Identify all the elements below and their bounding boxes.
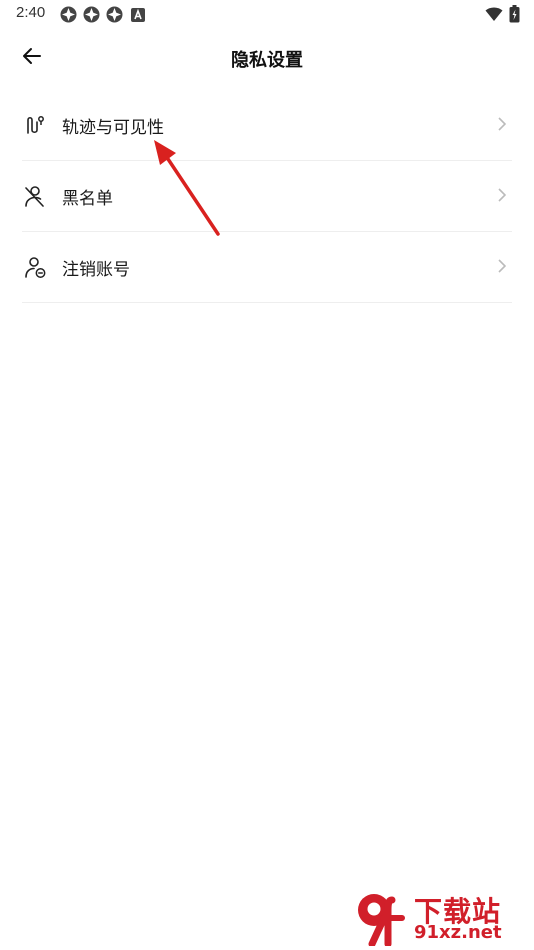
status-bar: 2:40 xyxy=(0,0,534,28)
battery-icon xyxy=(509,5,520,27)
chevron-right-icon xyxy=(496,116,508,132)
chevron-right-icon xyxy=(496,187,508,203)
app-bar: 隐私设置 xyxy=(0,36,534,82)
status-system-icons xyxy=(485,5,520,27)
menu-item-label: 黑名单 xyxy=(62,188,113,209)
menu-item-label: 注销账号 xyxy=(62,259,130,280)
settings-menu: 轨迹与可见性 黑名单 注销账号 xyxy=(22,90,512,303)
page-title: 隐私设置 xyxy=(231,50,303,71)
app-notification-icon xyxy=(83,6,100,23)
status-notifications xyxy=(60,6,146,23)
watermark-logo-icon xyxy=(354,890,412,950)
status-time: 2:40 xyxy=(16,4,46,21)
menu-item-track-visibility[interactable]: 轨迹与可见性 xyxy=(22,90,512,161)
menu-item-label: 轨迹与可见性 xyxy=(62,117,164,138)
a-icon xyxy=(129,6,146,23)
watermark-url: 91xz.net xyxy=(414,922,502,943)
remove-user-icon xyxy=(22,254,48,280)
wifi-icon xyxy=(485,6,503,26)
app-notification-icon xyxy=(106,6,123,23)
route-icon xyxy=(22,112,48,138)
chevron-right-icon xyxy=(496,258,508,274)
menu-item-blacklist[interactable]: 黑名单 xyxy=(22,161,512,232)
app-notification-icon xyxy=(60,6,77,23)
watermark: 下载站 91xz.net xyxy=(354,888,530,948)
menu-item-delete-account[interactable]: 注销账号 xyxy=(22,232,512,303)
blocked-user-icon xyxy=(22,183,48,209)
